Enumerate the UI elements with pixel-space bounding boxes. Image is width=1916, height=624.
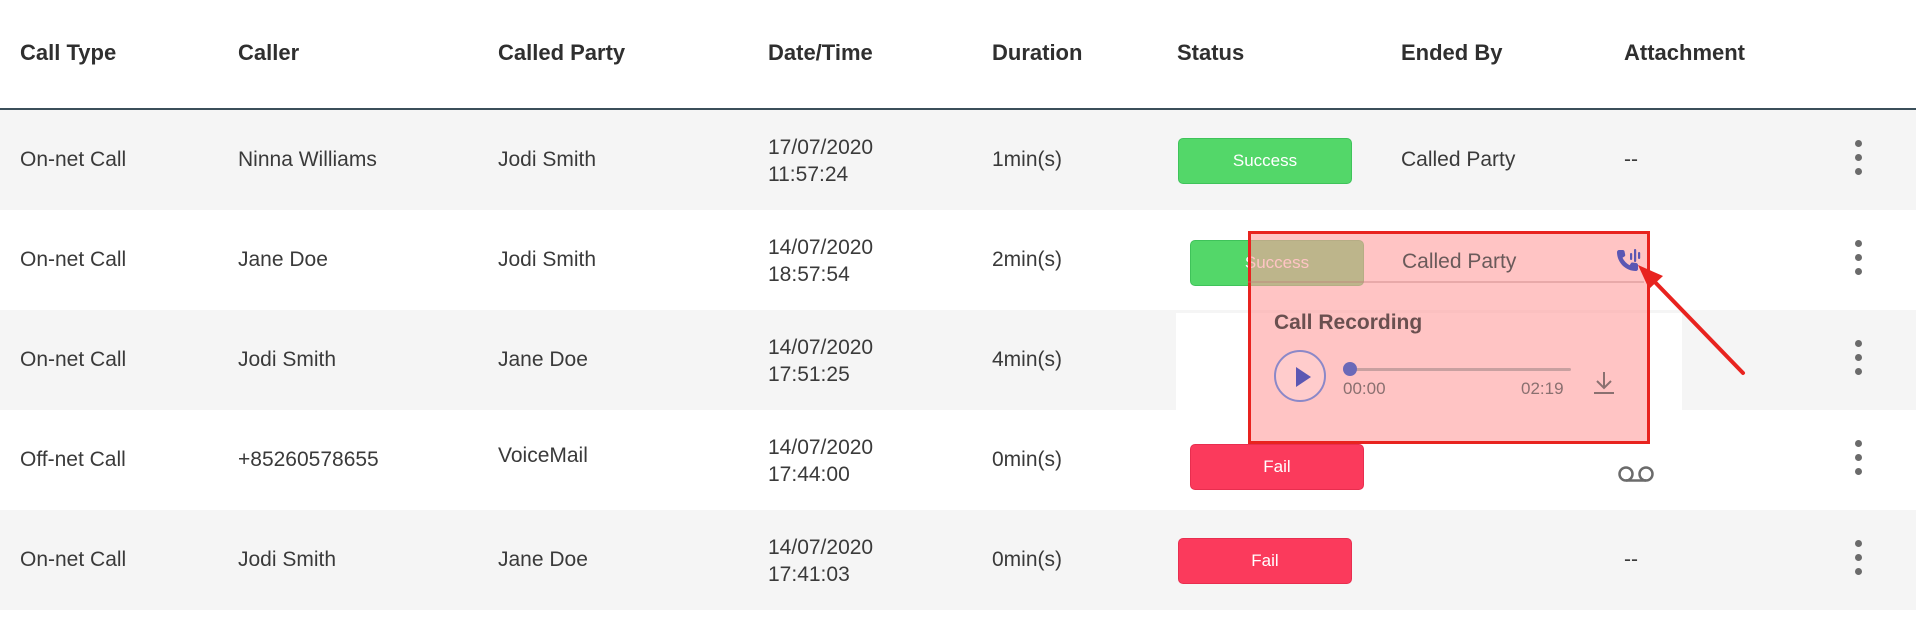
play-button[interactable] [1274, 350, 1326, 402]
table-row[interactable]: On-net Call Ninna Williams Jodi Smith 17… [0, 110, 1916, 210]
date-time-cell: 14/07/2020 18:57:54 [768, 234, 873, 288]
caller-cell: +85260578655 [238, 448, 379, 471]
duration-cell: 4min(s) [992, 348, 1063, 371]
date-time-cell: 14/07/2020 17:41:03 [768, 534, 873, 588]
annotation-arrow-icon [1638, 265, 1745, 375]
call-type-cell: On-net Call [20, 348, 127, 371]
play-icon [1296, 367, 1311, 387]
time-text: 11:57:24 [768, 163, 849, 186]
duration-cell: 0min(s) [992, 548, 1063, 571]
call-type-cell: On-net Call [20, 148, 127, 171]
voicemail-icon[interactable] [1618, 465, 1654, 483]
attachment-cell: -- [1624, 548, 1638, 571]
caller-cell: Jodi Smith [238, 348, 337, 371]
header-status: Status [1177, 40, 1245, 65]
date-text: 14/07/2020 [768, 536, 874, 559]
table-row[interactable]: On-net Call Jodi Smith Jane Doe 14/07/20… [0, 510, 1916, 610]
caller-cell: Jodi Smith [238, 548, 337, 571]
table-header: Call Type Caller Called Party Date/Time … [0, 0, 1916, 110]
status-badge: Fail [1190, 444, 1364, 490]
date-time-cell: 14/07/2020 17:51:25 [768, 334, 873, 388]
total-time: 02:19 [1521, 379, 1564, 398]
duration-cell: 1min(s) [992, 148, 1063, 171]
date-time-cell: 17/07/2020 11:57:24 [768, 134, 873, 188]
status-badge: Fail [1178, 538, 1352, 584]
caller-cell: Ninna Williams [238, 148, 377, 171]
call-type-cell: On-net Call [20, 248, 127, 271]
header-call-type: Call Type [20, 40, 117, 65]
more-options-icon[interactable] [1854, 540, 1862, 576]
header-called-party: Called Party [498, 40, 626, 65]
popup-title: Call Recording [1274, 311, 1423, 334]
more-options-icon[interactable] [1854, 140, 1862, 176]
date-text: 14/07/2020 [768, 436, 874, 459]
date-text: 17/07/2020 [768, 136, 874, 159]
date-time-cell: 14/07/2020 17:44:00 [768, 434, 873, 488]
popup-ended-by: Called Party [1402, 250, 1517, 273]
attachment-cell: -- [1624, 148, 1638, 171]
date-text: 14/07/2020 [768, 336, 874, 359]
date-text: 14/07/2020 [768, 236, 874, 259]
time-text: 17:44:00 [768, 463, 850, 486]
header-date-time: Date/Time [768, 40, 873, 65]
call-type-cell: Off-net Call [20, 448, 126, 471]
status-badge: Success [1178, 138, 1352, 184]
more-options-icon[interactable] [1854, 440, 1862, 476]
called-party-cell: VoiceMail [498, 444, 588, 467]
time-text: 18:57:54 [768, 263, 850, 286]
more-options-icon[interactable] [1854, 340, 1862, 376]
audio-progress-knob[interactable] [1343, 362, 1357, 376]
current-time: 00:00 [1343, 379, 1386, 398]
audio-progress-track[interactable] [1347, 368, 1571, 371]
duration-cell: 2min(s) [992, 248, 1063, 271]
header-ended-by: Ended By [1401, 40, 1503, 65]
called-party-cell: Jodi Smith [498, 148, 597, 171]
header-caller: Caller [238, 40, 300, 65]
call-type-cell: On-net Call [20, 548, 127, 571]
more-options-icon[interactable] [1854, 240, 1862, 276]
popup-divider [1248, 281, 1644, 283]
download-icon[interactable] [1592, 370, 1616, 396]
ended-by-cell: Called Party [1401, 148, 1516, 171]
called-party-cell: Jane Doe [498, 548, 588, 571]
time-text: 17:41:03 [768, 563, 850, 586]
caller-cell: Jane Doe [238, 248, 328, 271]
called-party-cell: Jane Doe [498, 348, 588, 371]
header-duration: Duration [992, 40, 1083, 65]
header-attachment: Attachment [1624, 40, 1746, 65]
duration-cell: 0min(s) [992, 448, 1063, 471]
called-party-cell: Jodi Smith [498, 248, 597, 271]
time-text: 17:51:25 [768, 363, 850, 386]
